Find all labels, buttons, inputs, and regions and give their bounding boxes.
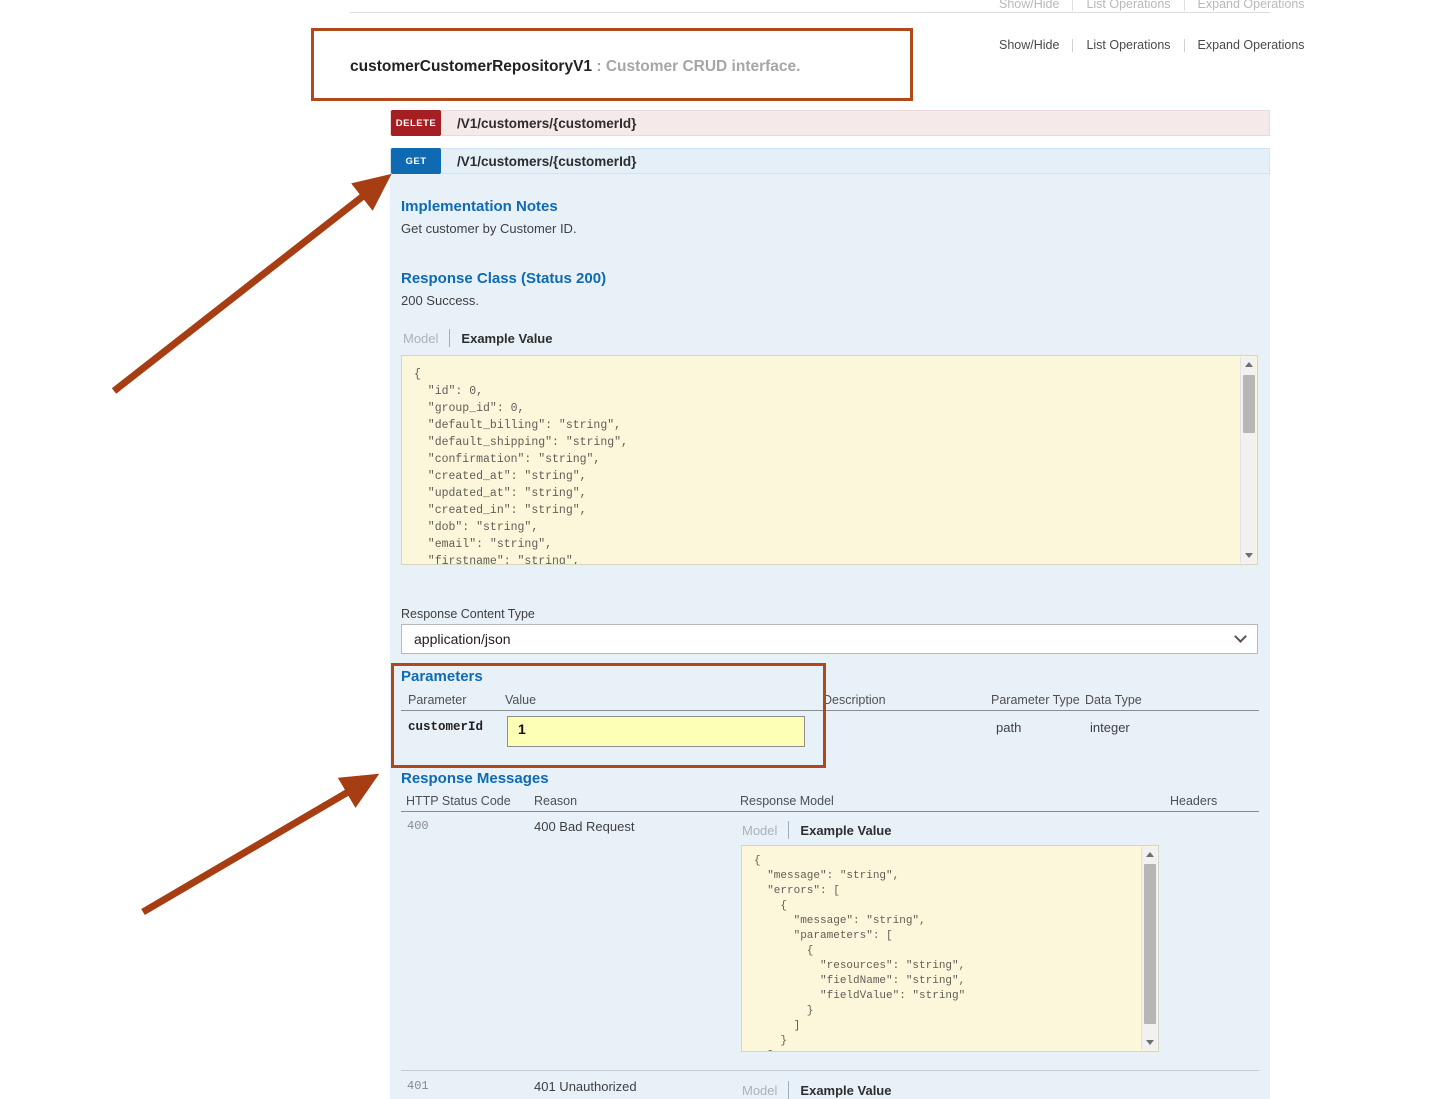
api-resource-title: customerCustomerRepositoryV1 : Customer … bbox=[350, 58, 800, 76]
response-example-json-400: { "message": "string", "errors": [ { "me… bbox=[742, 846, 1158, 1052]
scroll-up-icon[interactable] bbox=[1241, 357, 1257, 372]
implementation-notes-text: Get customer by Customer ID. bbox=[401, 221, 577, 236]
col-parameter-type: Parameter Type bbox=[991, 693, 1080, 707]
example-scrollbar[interactable] bbox=[1240, 357, 1256, 563]
response-class-text: 200 Success. bbox=[401, 293, 479, 308]
implementation-notes-heading: Implementation Notes bbox=[401, 198, 558, 215]
response-class-heading: Response Class (Status 200) bbox=[401, 270, 606, 287]
table-header-rule bbox=[401, 710, 1259, 711]
example-scrollbar[interactable] bbox=[1141, 847, 1157, 1050]
response-content-type-value: application/json bbox=[414, 631, 511, 647]
list-operations-link[interactable]: List Operations bbox=[1073, 38, 1183, 52]
tab-divider bbox=[788, 821, 789, 839]
get-operation-panel: Implementation Notes Get customer by Cus… bbox=[390, 174, 1270, 1099]
tab-example-value[interactable]: Example Value bbox=[800, 823, 891, 838]
scrollbar-thumb[interactable] bbox=[1243, 375, 1255, 433]
response-content-type-label: Response Content Type bbox=[401, 607, 535, 621]
parameters-heading: Parameters bbox=[401, 668, 483, 685]
operations-toolbar-top: Show/Hide List Operations Expand Operati… bbox=[986, 0, 1318, 11]
expand-operations-link[interactable]: Expand Operations bbox=[1185, 0, 1318, 11]
response-messages-heading: Response Messages bbox=[401, 770, 549, 787]
http-method-badge-get: GET bbox=[391, 148, 441, 174]
parameter-name: customerId bbox=[408, 720, 483, 734]
tab-divider bbox=[449, 329, 450, 347]
col-response-model: Response Model bbox=[740, 794, 834, 808]
col-value: Value bbox=[505, 693, 536, 707]
endpoint-row-get[interactable]: GET /V1/customers/{customerId} bbox=[390, 148, 1270, 174]
scroll-down-icon[interactable] bbox=[1241, 548, 1257, 563]
response-example-json: { "id": 0, "group_id": 0, "default_billi… bbox=[402, 356, 1257, 565]
scroll-down-icon[interactable] bbox=[1142, 1035, 1158, 1050]
tab-model[interactable]: Model bbox=[403, 331, 438, 346]
table-header-rule bbox=[401, 811, 1259, 812]
response-model-tabs-400: Model Example Value bbox=[742, 821, 891, 839]
annotation-arrow-get bbox=[114, 179, 385, 391]
api-resource-description: Customer CRUD interface. bbox=[606, 58, 801, 75]
data-type-value: integer bbox=[1090, 720, 1130, 735]
scroll-up-icon[interactable] bbox=[1142, 847, 1158, 862]
col-data-type: Data Type bbox=[1085, 693, 1142, 707]
status-code-401: 401 bbox=[407, 1079, 429, 1093]
operations-toolbar: Show/Hide List Operations Expand Operati… bbox=[986, 38, 1318, 52]
response-example-box-400: { "message": "string", "errors": [ { "me… bbox=[741, 845, 1159, 1052]
response-model-tabs-401: Model Example Value bbox=[742, 1081, 891, 1099]
show-hide-link[interactable]: Show/Hide bbox=[986, 38, 1072, 52]
tab-example-value[interactable]: Example Value bbox=[800, 1083, 891, 1098]
response-class-tabs: Model Example Value bbox=[403, 329, 552, 347]
col-parameter: Parameter bbox=[408, 693, 466, 707]
parameter-type-value: path bbox=[996, 720, 1021, 735]
reason-401: 401 Unauthorized bbox=[534, 1079, 637, 1094]
section-divider-line bbox=[350, 12, 1270, 13]
customer-id-input[interactable] bbox=[507, 716, 805, 747]
scrollbar-thumb[interactable] bbox=[1144, 864, 1156, 1024]
col-description: Description bbox=[823, 693, 886, 707]
annotation-arrow-parameters bbox=[143, 778, 372, 912]
swagger-ui-page: Show/Hide List Operations Expand Operati… bbox=[0, 0, 1434, 1099]
chevron-down-icon bbox=[1234, 630, 1247, 643]
http-method-badge-delete: DELETE bbox=[391, 110, 441, 136]
show-hide-link[interactable]: Show/Hide bbox=[986, 0, 1072, 11]
expand-operations-link[interactable]: Expand Operations bbox=[1185, 38, 1318, 52]
endpoint-path-link[interactable]: /V1/customers/{customerId} bbox=[457, 154, 636, 169]
tab-model[interactable]: Model bbox=[742, 1083, 777, 1098]
response-content-type-select[interactable]: application/json bbox=[401, 624, 1258, 654]
tab-divider bbox=[788, 1081, 789, 1099]
response-example-box: { "id": 0, "group_id": 0, "default_billi… bbox=[401, 355, 1258, 565]
api-resource-separator: : bbox=[592, 58, 606, 75]
endpoint-path-link[interactable]: /V1/customers/{customerId} bbox=[457, 116, 636, 131]
list-operations-link[interactable]: List Operations bbox=[1073, 0, 1183, 11]
row-divider bbox=[401, 1070, 1259, 1071]
tab-model[interactable]: Model bbox=[742, 823, 777, 838]
tab-example-value[interactable]: Example Value bbox=[461, 331, 552, 346]
reason-400: 400 Bad Request bbox=[534, 819, 634, 834]
col-http-status: HTTP Status Code bbox=[406, 794, 511, 808]
col-reason: Reason bbox=[534, 794, 577, 808]
status-code-400: 400 bbox=[407, 819, 429, 833]
endpoint-row-delete[interactable]: DELETE /V1/customers/{customerId} bbox=[390, 110, 1270, 136]
col-headers: Headers bbox=[1170, 794, 1217, 808]
api-resource-name-link[interactable]: customerCustomerRepositoryV1 bbox=[350, 58, 592, 75]
